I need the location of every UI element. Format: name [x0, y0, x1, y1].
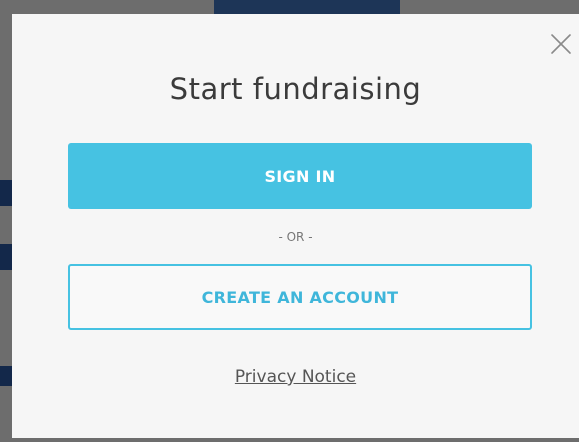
- modal-title: Start fundraising: [169, 72, 422, 106]
- backdrop-accent: [0, 244, 12, 270]
- privacy-notice-link[interactable]: Privacy Notice: [12, 367, 579, 387]
- create-account-label: CREATE AN ACCOUNT: [201, 287, 399, 307]
- backdrop-bar: [214, 0, 400, 14]
- backdrop-accent: [0, 366, 12, 386]
- sign-in-label: SIGN IN: [264, 166, 336, 186]
- sign-in-button[interactable]: SIGN IN: [68, 143, 532, 209]
- or-divider: - OR -: [278, 230, 313, 244]
- close-button[interactable]: [549, 32, 573, 56]
- create-account-button[interactable]: CREATE AN ACCOUNT: [68, 264, 532, 330]
- backdrop-accent: [0, 180, 12, 206]
- close-icon: [551, 34, 571, 54]
- fundraising-modal: Start fundraising SIGN IN - OR - CREATE …: [12, 14, 579, 438]
